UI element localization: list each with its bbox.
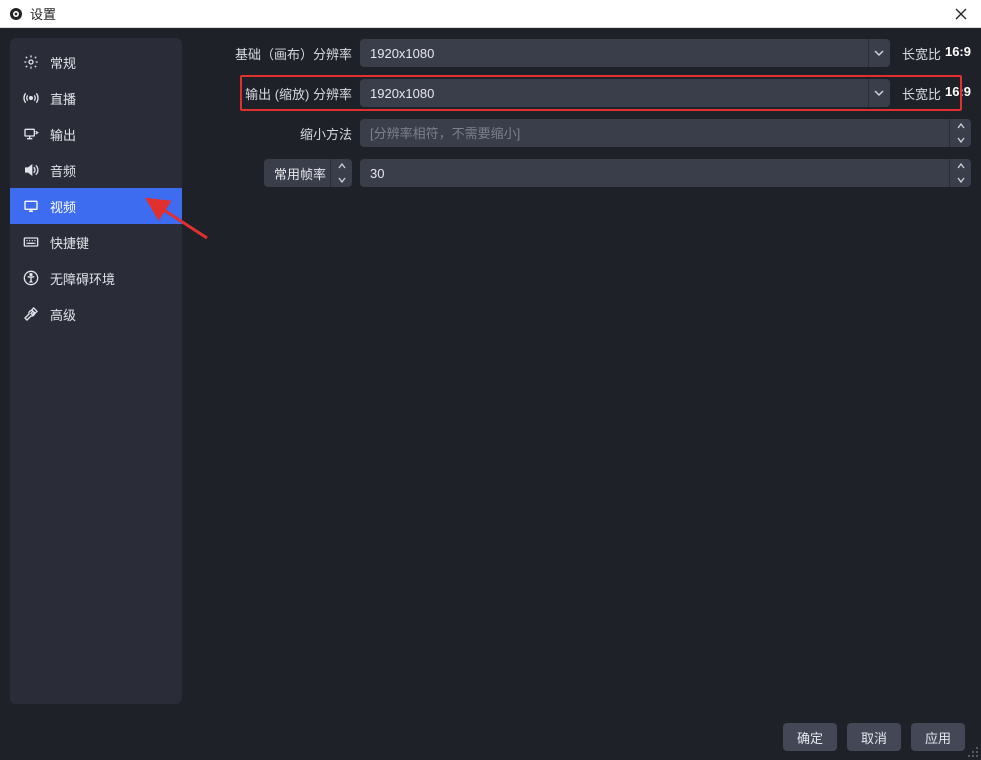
ok-button[interactable]: 确定 <box>783 723 837 751</box>
aspect-value: 16:9 <box>945 44 971 63</box>
spinner-up-icon[interactable] <box>950 159 971 173</box>
sidebar-item-label: 视频 <box>50 197 76 216</box>
downscale-filter-text <box>360 119 949 147</box>
tools-icon <box>22 305 40 323</box>
cancel-button-label: 取消 <box>861 728 887 747</box>
sidebar-item-label: 高级 <box>50 305 76 324</box>
window-title: 设置 <box>30 4 949 23</box>
broadcast-icon <box>22 89 40 107</box>
row-downscale-filter: 缩小方法 <box>192 118 971 148</box>
fps-value-select[interactable] <box>360 159 971 187</box>
fps-value-text <box>360 159 949 187</box>
base-resolution-aspect: 长宽比 16:9 <box>902 44 971 63</box>
aspect-label: 长宽比 <box>902 84 941 103</box>
accessibility-icon <box>22 269 40 287</box>
sidebar-item-audio[interactable]: 音频 <box>10 152 182 188</box>
content-row: 常规 直播 输出 音频 <box>0 28 981 714</box>
apply-button-label: 应用 <box>925 728 951 747</box>
aspect-label: 长宽比 <box>902 44 941 63</box>
sidebar-item-label: 常规 <box>50 53 76 72</box>
sidebar-item-label: 输出 <box>50 125 76 144</box>
sidebar-item-label: 无障碍环境 <box>50 269 115 288</box>
dialog-footer: 确定 取消 应用 <box>0 714 981 760</box>
output-icon <box>22 125 40 143</box>
resize-grip-icon[interactable] <box>967 746 979 758</box>
app-icon <box>8 6 24 22</box>
fps-mode-spinner[interactable] <box>330 159 352 187</box>
sidebar-item-video[interactable]: 视频 <box>10 188 182 224</box>
sidebar-item-advanced[interactable]: 高级 <box>10 296 182 332</box>
row-base-resolution: 基础（画布）分辨率 长宽比 16:9 <box>192 38 971 68</box>
spinner-down-icon[interactable] <box>331 173 352 187</box>
gear-icon <box>22 53 40 71</box>
keyboard-icon <box>22 233 40 251</box>
sidebar-item-output[interactable]: 输出 <box>10 116 182 152</box>
monitor-icon <box>22 197 40 215</box>
base-resolution-input[interactable] <box>360 39 868 67</box>
spinner-down-icon[interactable] <box>950 133 971 147</box>
output-resolution-dropdown-button[interactable] <box>868 79 890 107</box>
label-output-resolution: 输出 (缩放) 分辨率 <box>192 84 352 103</box>
sidebar: 常规 直播 输出 音频 <box>10 38 182 704</box>
base-resolution-combo[interactable] <box>360 39 890 67</box>
ok-button-label: 确定 <box>797 728 823 747</box>
fps-mode-select[interactable]: 常用帧率 <box>264 159 352 187</box>
cancel-button[interactable]: 取消 <box>847 723 901 751</box>
sidebar-item-general[interactable]: 常规 <box>10 44 182 80</box>
speaker-icon <box>22 161 40 179</box>
sidebar-item-label: 音频 <box>50 161 76 180</box>
main-area: 常规 直播 输出 音频 <box>0 28 981 760</box>
close-button[interactable] <box>949 2 973 26</box>
spinner-down-icon[interactable] <box>950 173 971 187</box>
sidebar-item-accessibility[interactable]: 无障碍环境 <box>10 260 182 296</box>
sidebar-item-stream[interactable]: 直播 <box>10 80 182 116</box>
base-resolution-dropdown-button[interactable] <box>868 39 890 67</box>
titlebar: 设置 <box>0 0 981 28</box>
label-base-resolution: 基础（画布）分辨率 <box>192 44 352 63</box>
row-fps: 常用帧率 <box>192 158 971 188</box>
downscale-filter-spinner[interactable] <box>949 119 971 147</box>
video-settings-panel: 基础（画布）分辨率 长宽比 16:9 输出 (缩放) 分辨率 <box>192 38 971 704</box>
output-resolution-aspect: 长宽比 16:9 <box>902 84 971 103</box>
label-downscale-filter: 缩小方法 <box>192 124 352 143</box>
downscale-filter-select[interactable] <box>360 119 971 147</box>
fps-value-spinner[interactable] <box>949 159 971 187</box>
output-resolution-input[interactable] <box>360 79 868 107</box>
row-output-resolution: 输出 (缩放) 分辨率 长宽比 16:9 <box>192 78 971 108</box>
sidebar-item-label: 直播 <box>50 89 76 108</box>
apply-button[interactable]: 应用 <box>911 723 965 751</box>
sidebar-item-label: 快捷键 <box>50 233 89 252</box>
spinner-up-icon[interactable] <box>950 119 971 133</box>
sidebar-item-hotkeys[interactable]: 快捷键 <box>10 224 182 260</box>
aspect-value: 16:9 <box>945 84 971 103</box>
label-fps: 常用帧率 <box>192 159 352 187</box>
output-resolution-combo[interactable] <box>360 79 890 107</box>
spinner-up-icon[interactable] <box>331 159 352 173</box>
